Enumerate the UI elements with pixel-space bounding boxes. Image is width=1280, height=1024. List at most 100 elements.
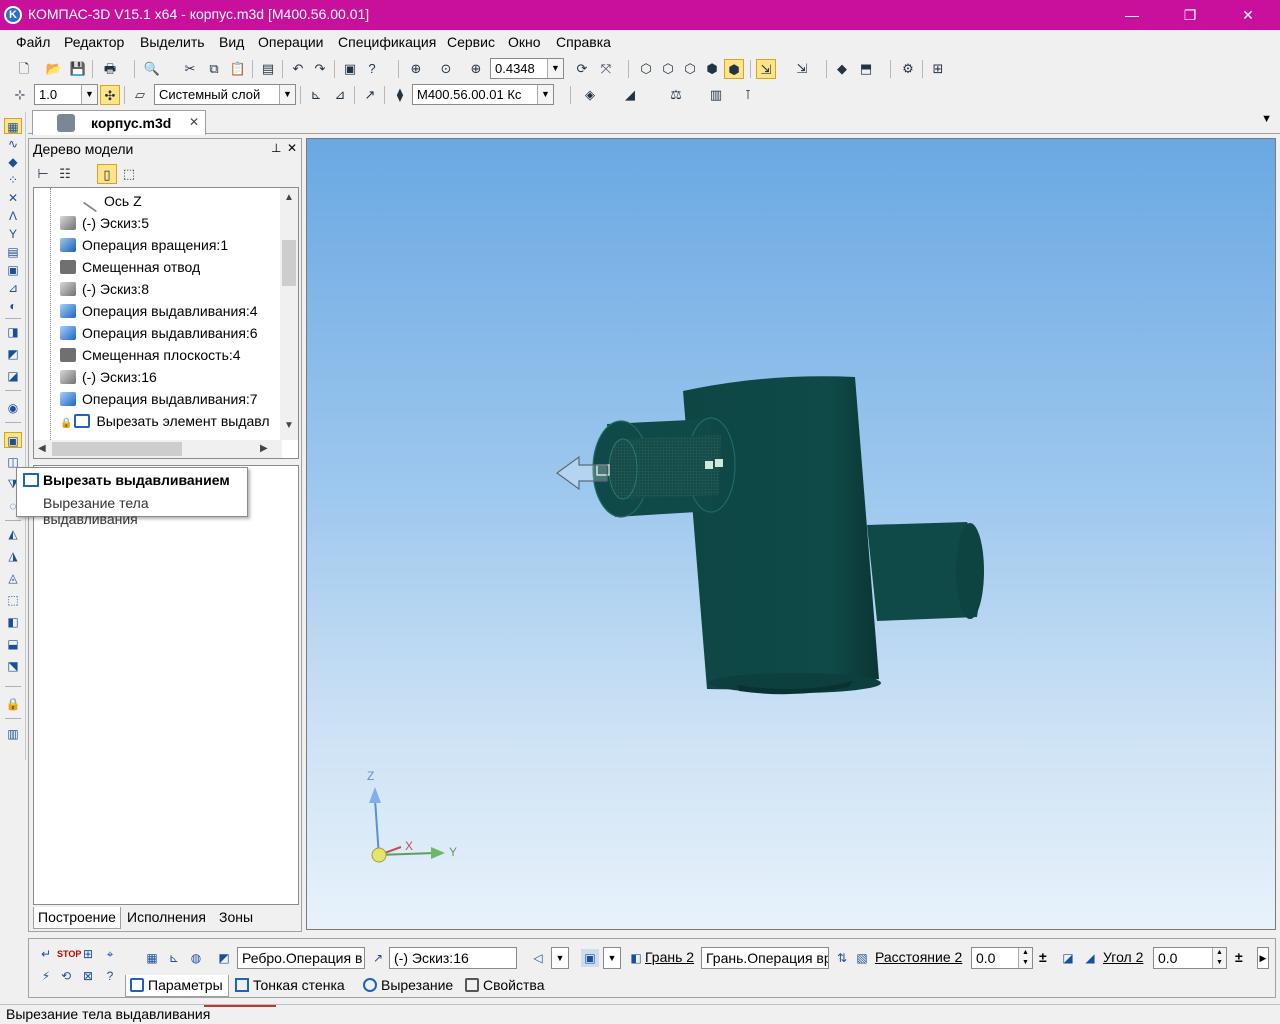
direction-icon[interactable]: ↗ (369, 949, 387, 967)
tab-list-arrow-icon[interactable]: ▼ (1261, 113, 1272, 125)
shell-icon[interactable]: ◧ (4, 614, 22, 630)
tree-item[interactable]: (-) Эскиз:16 (60, 366, 157, 388)
sketch-field[interactable]: (-) Эскиз:16 (389, 947, 517, 969)
scroll-right-icon[interactable]: ▶ (1257, 947, 1269, 969)
cube-icon[interactable]: ◆ (832, 59, 852, 79)
coordinate-system-icon[interactable]: ⊾ (306, 85, 326, 105)
tree-item[interactable]: Смещенная отвод (60, 256, 200, 278)
model-viewport[interactable]: Z X Y (306, 138, 1276, 930)
color-icon[interactable]: ◈ (580, 85, 600, 105)
menu-file[interactable]: Файл (16, 34, 50, 50)
layer-field[interactable]: Системный слой ▼ (154, 84, 296, 105)
tree-view-mode-icon[interactable]: ☷ (55, 164, 75, 184)
spatial-curves-icon[interactable]: ∿ (4, 136, 22, 152)
snap-icon[interactable]: ✣ (100, 85, 120, 105)
scroll-left-icon[interactable]: ◀ (38, 443, 46, 454)
tab-variants[interactable]: Исполнения (123, 907, 210, 929)
lock-icon[interactable]: 🔒 (4, 696, 22, 712)
specification-icon[interactable]: ▤ (4, 244, 22, 260)
tab-cutting[interactable]: Вырезание (359, 975, 457, 997)
save-icon[interactable]: 💾 (68, 59, 88, 79)
rib-icon[interactable]: ⬚ (4, 592, 22, 608)
dimension-icon[interactable]: ⊺ (738, 85, 758, 105)
stop-icon[interactable]: STOP (57, 945, 81, 963)
measure-icon[interactable]: ⊞ (928, 59, 948, 79)
selection-filter-icon[interactable]: ⇲ (756, 59, 776, 79)
tree-item[interactable]: Операция выдавливания:7 (60, 388, 258, 410)
spin-icon[interactable]: ▲ ▼ (1212, 948, 1226, 968)
diagnostics-icon[interactable]: Λ (4, 208, 22, 224)
menu-select[interactable]: Выделить (140, 34, 205, 50)
tab-thin-wall[interactable]: Тонкая стенка (231, 975, 355, 997)
distance-icon[interactable]: ▧ (853, 949, 871, 967)
local-cs-icon[interactable]: ⊿ (330, 85, 350, 105)
tree-item[interactable]: (-) Эскиз:5 (60, 212, 149, 234)
chevron-down-icon[interactable]: ▼ (551, 947, 569, 969)
menu-specification[interactable]: Спецификация (338, 34, 436, 50)
step-field[interactable]: 1.0 ▼ (34, 84, 98, 105)
tree-item[interactable]: Ось Z (82, 190, 142, 213)
report-icon[interactable]: ▣ (4, 262, 22, 278)
close-window-button[interactable]: ✕ (1220, 0, 1276, 30)
create-object-icon[interactable]: ↵ (37, 945, 55, 963)
angle-input[interactable]: 0.0 ▲ ▼ (1153, 947, 1227, 969)
repeat-icon[interactable]: ⟲ (57, 967, 75, 985)
tree-item[interactable]: Операция вращения:1 (60, 234, 228, 256)
kinematic-operation-icon[interactable]: ◪ (4, 368, 22, 384)
cut-extrude-icon[interactable]: ▣ (4, 432, 22, 448)
print-preview-icon[interactable]: 🔍 (142, 59, 162, 79)
zoom-window-icon[interactable]: ⊕ (406, 59, 426, 79)
chamfer-icon[interactable]: ◮ (4, 548, 22, 564)
section-icon[interactable]: ▥ (706, 85, 726, 105)
scroll-thumb[interactable] (282, 240, 296, 286)
angle-icon[interactable]: ◢ (1081, 949, 1099, 967)
designation-field[interactable]: M400.56.00.01 Кс ▼ (412, 84, 554, 105)
chevron-down-icon[interactable]: ▼ (279, 85, 295, 104)
plusminus-button[interactable]: ± (1235, 949, 1243, 965)
cursor-icon[interactable]: ⌖ (101, 945, 119, 963)
grid-step-icon[interactable]: ⊹ (10, 85, 30, 105)
filter-icon[interactable]: Y (4, 226, 22, 242)
open-folder-icon[interactable]: 📂 (44, 59, 64, 79)
rotate-icon[interactable]: ⟳ (572, 59, 592, 79)
hidden-lines-icon[interactable]: ⬡ (658, 59, 678, 79)
menu-help[interactable]: Справка (556, 34, 611, 50)
zoom-dynamic-icon[interactable]: ⊙ (436, 59, 456, 79)
print-icon[interactable]: 🖶 (100, 59, 120, 79)
grid-icon[interactable]: ⊞ (79, 945, 97, 963)
mcc-icon[interactable]: ⚖ (666, 85, 686, 105)
chevron-down-icon[interactable]: ▼ (603, 947, 621, 969)
tree-item[interactable]: Смещенная плоскость:4 (60, 344, 241, 366)
tree-structure-icon[interactable]: ⊢ (33, 164, 53, 184)
menu-service[interactable]: Сервис (447, 34, 495, 50)
close-panel-icon[interactable]: ✕ (287, 141, 297, 155)
menu-view[interactable]: Вид (219, 34, 244, 50)
tree-horizontal-scrollbar[interactable]: ◀ ▶ (34, 440, 282, 458)
zoom-scale-field[interactable]: 0.4348 ▼ (490, 58, 564, 79)
shaded-icon[interactable]: ⬢ (702, 59, 722, 79)
layer-icon[interactable]: ▱ (130, 85, 150, 105)
filter-edges-icon[interactable]: ⇲ (792, 59, 812, 79)
scroll-up-icon[interactable]: ▲ (284, 192, 294, 203)
tree-vertical-scrollbar[interactable]: ▲ ▼ (280, 188, 298, 440)
edge-icon[interactable]: ◩ (215, 949, 233, 967)
scroll-down-icon[interactable]: ▼ (284, 420, 294, 431)
lightning-icon[interactable]: ⚡ (37, 967, 55, 985)
material-icon[interactable]: ◢ (620, 85, 640, 105)
arrays-icon[interactable]: ⁘ (4, 172, 22, 188)
new-document-icon[interactable]: 🗋 (14, 59, 34, 79)
hole-icon[interactable]: ◬ (4, 570, 22, 586)
select-sketch-icon[interactable]: ◍ (187, 949, 205, 967)
manager-icon[interactable]: ▣ (340, 59, 360, 79)
method-icon[interactable]: ▣ (581, 949, 599, 967)
library-icon[interactable]: ⚙ (898, 59, 918, 79)
copy-icon[interactable]: ⧉ (204, 59, 224, 79)
menu-window[interactable]: Окно (508, 34, 541, 50)
thin-hidden-lines-icon[interactable]: ⬡ (680, 59, 700, 79)
extrude-operation-icon[interactable]: ◩ (4, 346, 22, 362)
redo-icon[interactable]: ↷ (310, 59, 330, 79)
properties-icon[interactable]: ▤ (258, 59, 278, 79)
fillet-icon[interactable]: ◭ (4, 526, 22, 542)
face-icon[interactable]: ◧ (627, 949, 645, 967)
direction-type-icon[interactable]: ◁ (529, 949, 547, 967)
